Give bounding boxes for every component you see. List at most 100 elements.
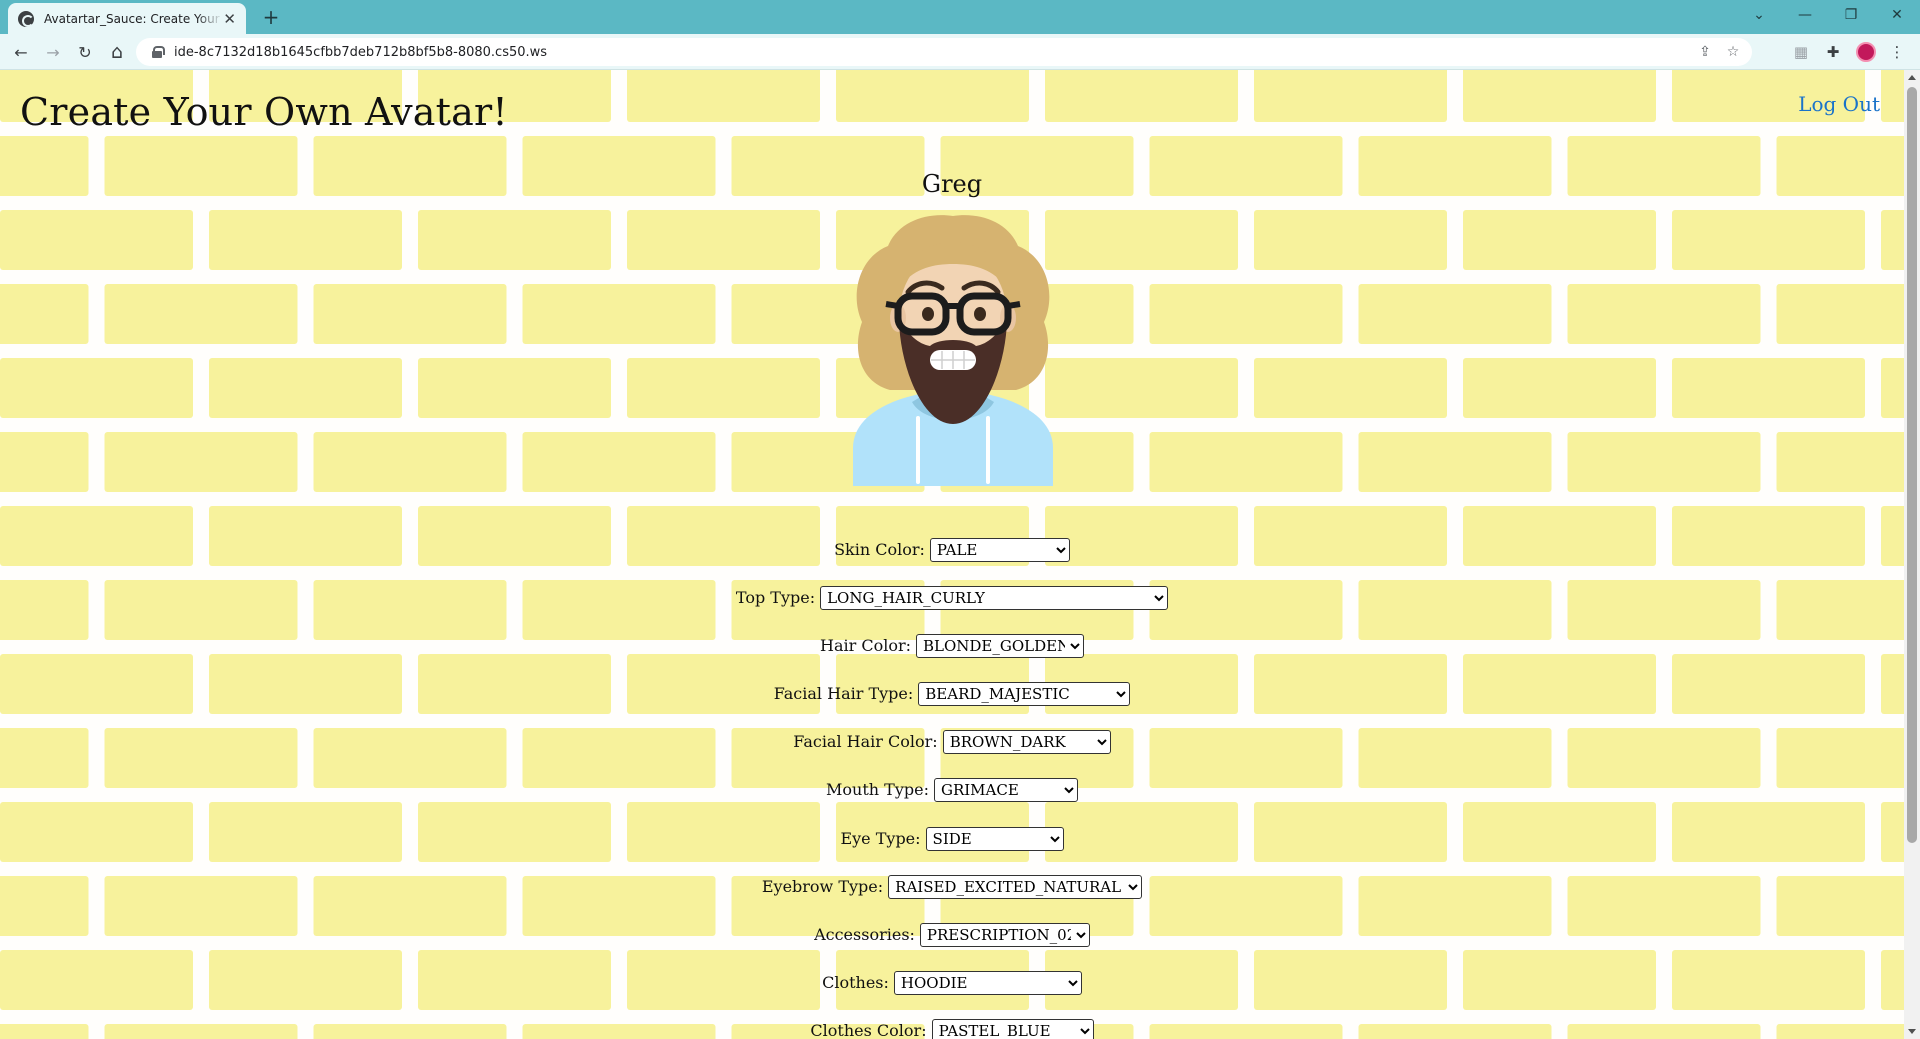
avatar-hoodie-string-right [986, 416, 990, 484]
brick [418, 210, 611, 270]
field-row-clothes-color: Clothes Color: PASTEL_BLUE [0, 1018, 1904, 1039]
forward-button[interactable]: → [40, 39, 66, 65]
brick [1567, 284, 1761, 344]
accessories-label: Accessories: [814, 924, 915, 944]
brick [209, 210, 402, 270]
brick [418, 358, 611, 418]
address-bar[interactable]: ide-8c7132d18b1645cfbb7deb712b8bf5b8-808… [136, 38, 1752, 66]
avatar-options-form: Skin Color: PALE Top Type: LONG_HAIR_CURLY H… [0, 538, 1904, 1039]
top-type-label: Top Type: [735, 588, 816, 608]
brick [313, 284, 507, 344]
brick [313, 432, 507, 492]
brick [104, 284, 298, 344]
extension-icon[interactable]: ▦ [1790, 41, 1812, 63]
brick [0, 284, 89, 344]
brick [1881, 358, 1904, 418]
close-window-button[interactable]: ✕ [1874, 0, 1920, 30]
brick [209, 358, 402, 418]
brick [1776, 432, 1904, 492]
profile-avatar[interactable] [1856, 42, 1876, 62]
scroll-up-icon[interactable] [1908, 75, 1916, 80]
page-scrollbar[interactable] [1904, 70, 1920, 1039]
hair-color-label: Hair Color: [819, 636, 911, 656]
browser-menu-icon[interactable]: ⋮ [1886, 41, 1908, 63]
field-row-accessories: Accessories: PRESCRIPTION_02 [0, 922, 1904, 971]
browser-titlebar: Avatartar_Sauce: Create Your Avatar ✕ + … [0, 0, 1920, 34]
clothes-label: Clothes: [822, 972, 889, 992]
minimize-button[interactable]: — [1782, 0, 1828, 30]
logout-link[interactable]: Log Out [1798, 92, 1880, 116]
field-row-top-type: Top Type: LONG_HAIR_CURLY [0, 586, 1904, 634]
avatar-image [850, 210, 1056, 486]
brick [1463, 70, 1656, 122]
brick [627, 358, 820, 418]
accessories-select[interactable]: PRESCRIPTION_02 [919, 922, 1090, 947]
brick [1045, 210, 1238, 270]
hair-color-select[interactable]: BLONDE_GOLDEN [916, 634, 1084, 659]
mouth-type-label: Mouth Type: [826, 780, 929, 800]
brick [522, 432, 716, 492]
brick [1045, 70, 1238, 122]
scrollbar-thumb[interactable] [1907, 87, 1917, 843]
field-row-hair-color: Hair Color: BLONDE_GOLDEN [0, 634, 1904, 682]
lock-icon[interactable] [152, 46, 165, 58]
brick [1672, 358, 1865, 418]
brick [1149, 284, 1343, 344]
brick [0, 210, 193, 270]
share-icon[interactable]: ⇪ [1696, 43, 1714, 61]
field-row-mouth-type: Mouth Type: GRIMACE [0, 778, 1904, 826]
eye-type-select[interactable]: SIDE [925, 826, 1064, 851]
browser-toolbar: ← → ↻ ⌂ ide-8c7132d18b1645cfbb7deb712b8b… [0, 34, 1920, 70]
field-row-facial-hair-color: Facial Hair Color: BROWN_DARK [0, 730, 1904, 778]
brick [1463, 210, 1656, 270]
field-row-clothes: Clothes: HOODIE [0, 970, 1904, 1019]
brick [104, 432, 298, 492]
avatar-name: Greg [921, 170, 983, 198]
reload-button[interactable]: ↻ [72, 39, 98, 65]
brick [1881, 210, 1904, 270]
home-button[interactable]: ⌂ [104, 39, 130, 65]
tab-list-button[interactable]: ⌄ [1736, 0, 1782, 30]
extensions-puzzle-icon[interactable]: ✚ [1822, 41, 1844, 63]
bookmark-star-icon[interactable]: ☆ [1724, 43, 1742, 61]
facial-hair-type-select[interactable]: BEARD_MAJESTIC [918, 682, 1131, 707]
facial-hair-color-select[interactable]: BROWN_DARK [942, 730, 1111, 755]
avatar-hoodie-string-left [916, 416, 920, 484]
top-type-select[interactable]: LONG_HAIR_CURLY [820, 586, 1169, 611]
eyebrow-type-select[interactable]: RAISED_EXCITED_NATURAL [888, 874, 1143, 899]
new-tab-button[interactable]: + [258, 4, 284, 30]
brick [1776, 284, 1904, 344]
brick [1254, 210, 1447, 270]
brick [1149, 432, 1343, 492]
maximize-button[interactable]: ❐ [1828, 0, 1874, 30]
facial-hair-color-label: Facial Hair Color: [793, 732, 938, 752]
brick [627, 70, 820, 122]
eyebrow-type-label: Eyebrow Type: [761, 876, 884, 896]
site-favicon-icon [18, 10, 34, 27]
tab-close-icon[interactable]: ✕ [223, 10, 236, 28]
brick [1672, 210, 1865, 270]
avatar-eye-left [922, 307, 934, 321]
clothes-select[interactable]: HOODIE [893, 970, 1082, 995]
clothes-color-label: Clothes Color: [810, 1020, 927, 1039]
scroll-down-icon[interactable] [1908, 1029, 1916, 1034]
back-button[interactable]: ← [8, 39, 34, 65]
brick [836, 70, 1029, 122]
brick [0, 358, 193, 418]
brick [1463, 358, 1656, 418]
brick [1358, 284, 1552, 344]
mouth-type-select[interactable]: GRIMACE [933, 778, 1078, 803]
brick [522, 284, 716, 344]
brick [1567, 432, 1761, 492]
brick [1881, 70, 1904, 122]
clothes-color-select[interactable]: PASTEL_BLUE [931, 1018, 1094, 1039]
avatar-eye-right [974, 307, 986, 321]
field-row-eyebrow-type: Eyebrow Type: RAISED_EXCITED_NATURAL [0, 874, 1904, 923]
page-title: Create Your Own Avatar! [20, 90, 508, 134]
browser-tab[interactable]: Avatartar_Sauce: Create Your Avatar ✕ [8, 3, 246, 34]
page-viewport: Create Your Own Avatar! Log Out Greg Ski… [0, 70, 1904, 1039]
field-row-skin-color: Skin Color: PALE [0, 538, 1904, 586]
url-text: ide-8c7132d18b1645cfbb7deb712b8bf5b8-808… [174, 44, 548, 60]
skin-color-select[interactable]: PALE [929, 538, 1070, 562]
brick [1045, 358, 1238, 418]
